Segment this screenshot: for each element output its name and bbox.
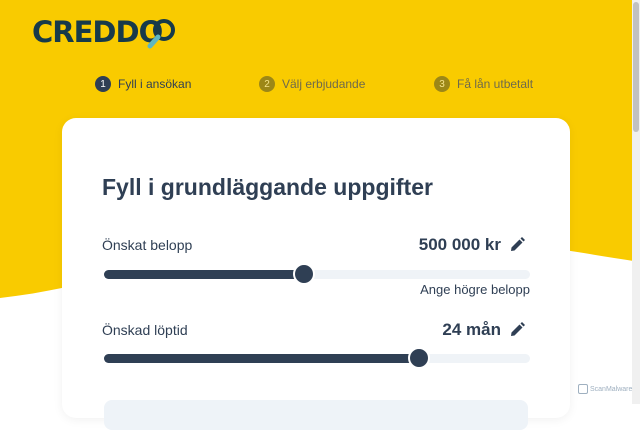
scrollbar-thumb[interactable] [633, 2, 639, 132]
term-value[interactable]: 24 mån [442, 320, 525, 340]
form-title: Fyll i grundläggande uppgifter [102, 174, 433, 200]
scanmalware-watermark: ScanMalware [578, 384, 632, 394]
scanmalware-icon [578, 384, 588, 394]
page-scrollbar[interactable] [632, 0, 640, 404]
term-label: Önskad löptid [102, 322, 188, 338]
magnifier-logo-icon [147, 19, 175, 49]
amount-slider[interactable] [104, 263, 530, 285]
step-3-number: 3 [434, 76, 450, 92]
step-2-label: Välj erbjudande [282, 77, 366, 91]
step-1: 1 Fyll i ansökan [95, 76, 191, 92]
step-1-number: 1 [95, 76, 111, 92]
higher-amount-link[interactable]: Ange högre belopp [420, 282, 530, 297]
step-1-label: Fyll i ansökan [118, 77, 192, 91]
amount-value-text: 500 000 kr [418, 235, 501, 254]
term-value-text: 24 mån [442, 320, 501, 339]
step-3: 3 Få lån utbetalt [434, 76, 533, 92]
amount-value[interactable]: 500 000 kr [419, 235, 525, 255]
application-form-card: Fyll i grundläggande uppgifter Önskat be… [62, 118, 570, 430]
step-3-label: Få lån utbetalt [457, 77, 534, 91]
term-slider-fill [104, 354, 420, 363]
next-section-box [104, 400, 528, 430]
amount-slider-fill [104, 270, 305, 279]
term-slider-handle[interactable] [408, 347, 431, 369]
edit-amount-icon[interactable] [509, 237, 525, 253]
edit-term-icon[interactable] [509, 322, 525, 338]
step-2-number: 2 [259, 76, 275, 92]
creddo-logo[interactable]: CREDDO [32, 12, 175, 52]
watermark-text: ScanMalware [590, 385, 633, 393]
amount-label: Önskat belopp [102, 237, 193, 253]
amount-slider-handle[interactable] [293, 263, 316, 285]
step-2: 2 Välj erbjudande [259, 76, 365, 92]
progress-steps: 1 Fyll i ansökan 2 Välj erbjudande 3 Få … [0, 76, 640, 96]
term-slider[interactable] [104, 347, 530, 369]
